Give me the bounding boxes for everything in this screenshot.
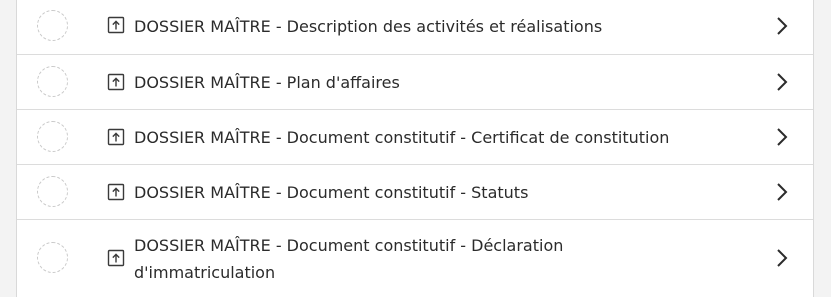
- document-row[interactable]: DOSSIER MAÎTRE - Plan d'affaires: [17, 55, 813, 110]
- status-circle-icon: [37, 10, 68, 41]
- upload-document-icon: [107, 128, 125, 146]
- document-title: DOSSIER MAÎTRE - Description des activit…: [134, 17, 603, 36]
- status-circle-icon: [37, 121, 68, 152]
- document-checklist: DOSSIER MAÎTRE - Description des activit…: [16, 0, 814, 297]
- upload-document-icon: [107, 16, 125, 34]
- chevron-right-icon[interactable]: [771, 15, 793, 37]
- upload-document-icon: [107, 249, 125, 267]
- upload-document-icon: [107, 73, 125, 91]
- document-title: DOSSIER MAÎTRE - Document constitutif - …: [134, 236, 564, 282]
- document-row[interactable]: DOSSIER MAÎTRE - Document constitutif - …: [17, 220, 813, 297]
- status-circle-icon: [37, 176, 68, 207]
- document-row[interactable]: DOSSIER MAÎTRE - Description des activit…: [17, 0, 813, 55]
- document-title: DOSSIER MAÎTRE - Document constitutif - …: [134, 183, 529, 202]
- status-circle-icon: [37, 66, 68, 97]
- upload-document-icon: [107, 183, 125, 201]
- document-row[interactable]: DOSSIER MAÎTRE - Document constitutif - …: [17, 165, 813, 220]
- document-title: DOSSIER MAÎTRE - Plan d'affaires: [134, 73, 400, 92]
- chevron-right-icon[interactable]: [771, 247, 793, 269]
- chevron-right-icon[interactable]: [771, 71, 793, 93]
- document-title: DOSSIER MAÎTRE - Document constitutif - …: [134, 128, 670, 147]
- chevron-right-icon[interactable]: [771, 181, 793, 203]
- chevron-right-icon[interactable]: [771, 126, 793, 148]
- document-row[interactable]: DOSSIER MAÎTRE - Document constitutif - …: [17, 110, 813, 165]
- status-circle-icon: [37, 242, 68, 273]
